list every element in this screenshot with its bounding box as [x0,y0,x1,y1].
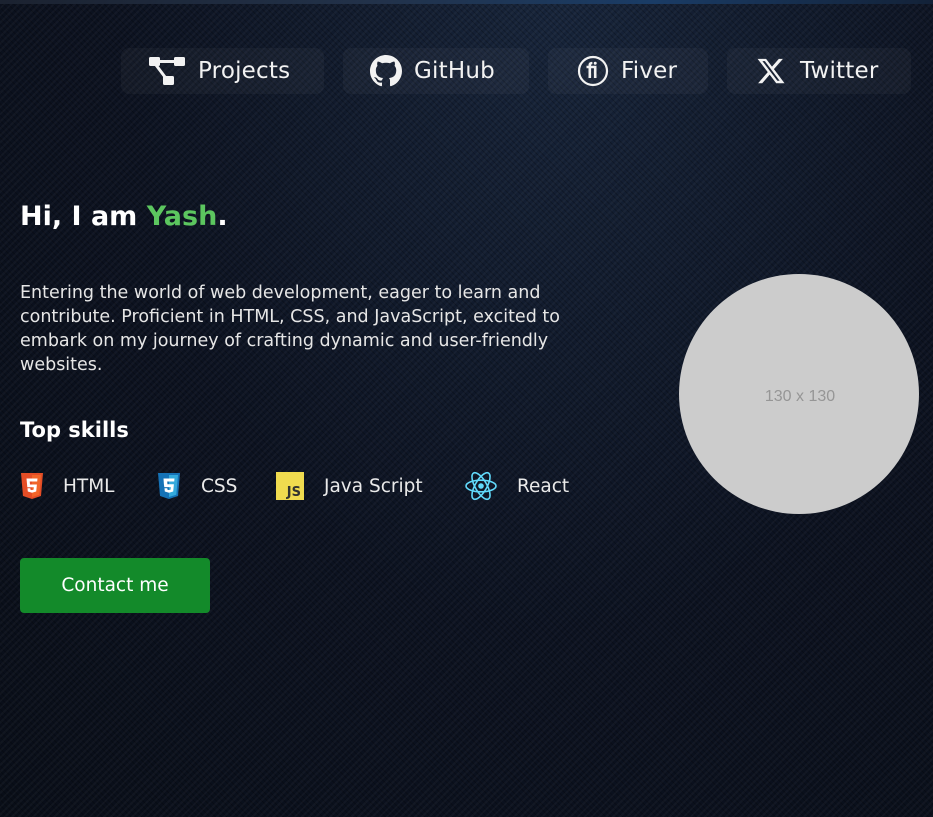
greeting-prefix: Hi, I am [20,201,147,232]
nav-label-github: GitHub [414,58,495,84]
skills-heading: Top skills [20,418,129,442]
html5-icon [20,472,44,500]
skill-item-css: CSS [157,470,237,502]
skill-label-css: CSS [201,475,238,497]
top-decorative-strip [0,0,933,4]
skill-label-react: React [517,475,570,497]
nav-item-projects[interactable]: Projects [121,48,324,94]
github-icon [370,55,402,87]
javascript-icon: JS [276,472,304,500]
nav-item-github[interactable]: GitHub [343,48,529,94]
contact-me-button[interactable]: Contact me [20,558,210,613]
skills-list: HTML CSS JS Java Script React [20,470,640,502]
greeting-name: Yash [146,201,218,232]
greeting-suffix: . [217,201,228,232]
sitemap-icon [148,56,186,86]
skill-label-html: HTML [63,475,115,497]
svg-text:JS: JS [286,485,301,500]
skill-item-html: HTML [20,470,114,502]
top-navigation: Projects GitHub Fiver Twitter [0,48,933,96]
skill-item-javascript: JS Java Script [276,470,423,502]
fiverr-icon [577,55,609,87]
react-icon [464,470,498,502]
hero-greeting: Hi, I am Yash. [20,201,228,232]
avatar-placeholder-text: 130 x 130 [764,388,836,405]
skill-label-javascript: Java Script [324,475,423,497]
intro-paragraph: Entering the world of web development, e… [20,283,560,375]
avatar: 130 x 130 [679,274,919,514]
nav-label-projects: Projects [198,58,291,84]
nav-label-twitter: Twitter [800,58,879,84]
nav-item-twitter[interactable]: Twitter [727,48,911,94]
nav-label-fiver: Fiver [621,58,678,84]
nav-item-fiver[interactable]: Fiver [548,48,708,94]
css3-icon [157,472,181,500]
x-twitter-icon [756,56,786,86]
skill-item-react: React [464,470,569,502]
